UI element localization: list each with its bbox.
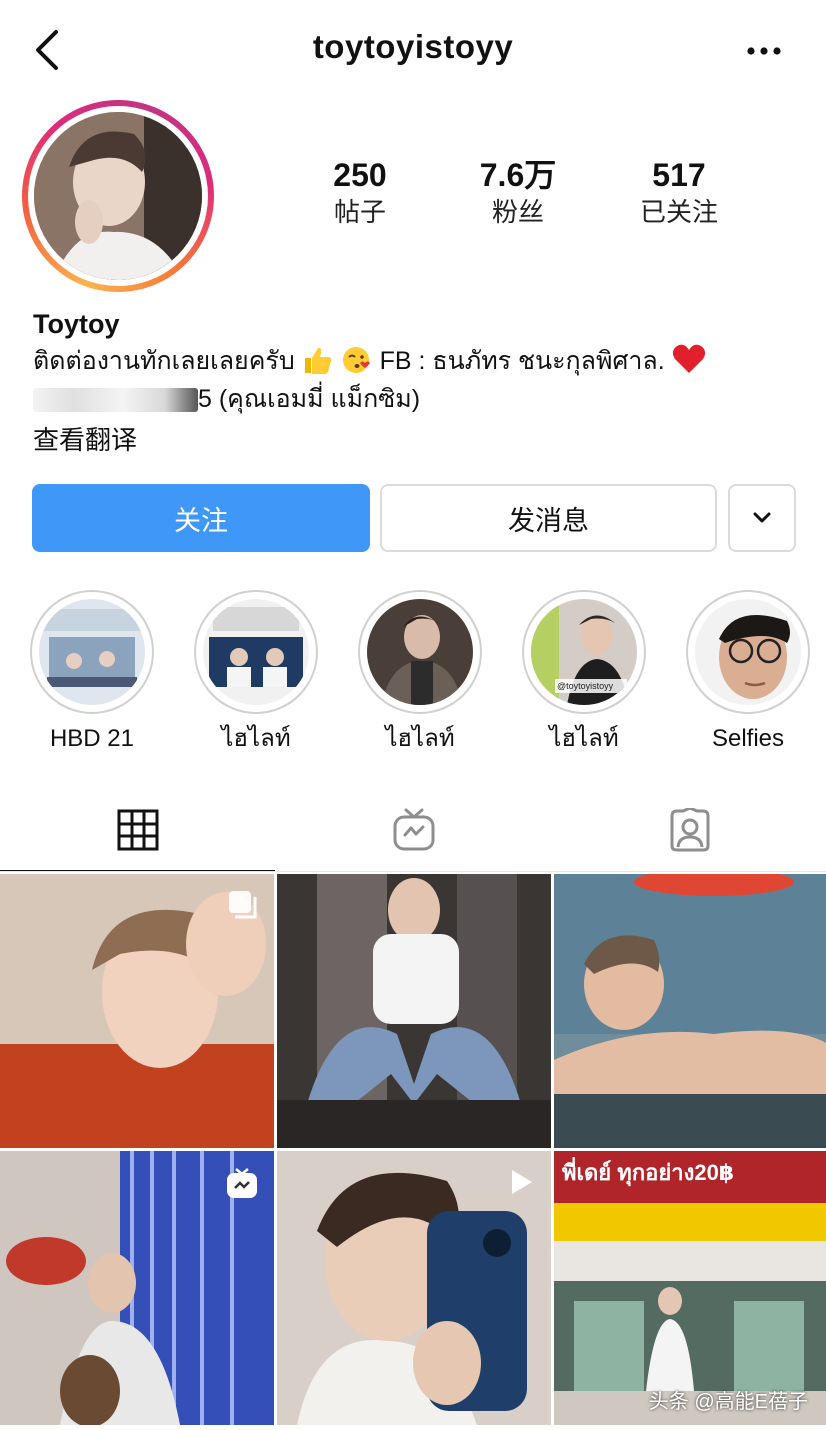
tab-igtv[interactable] (276, 790, 551, 870)
bio-line-1: ติดต่องานทักเลยเลยครับ FB : ธนภัทร ชนะกุ… (33, 342, 813, 380)
kissing-face-icon (341, 347, 380, 375)
highlight-cover (203, 599, 309, 705)
highlight-item-4[interactable]: @toytoyistoyy ไฮไลท์ (519, 590, 649, 754)
highlight-label: ไฮไลท์ (549, 725, 619, 752)
billboard-text: พี่เดย์ ทุกอย่าง20฿ (562, 1160, 735, 1185)
reel-play-icon (512, 1170, 532, 1194)
igtv-icon (393, 808, 434, 851)
red-heart-icon (672, 344, 706, 375)
watermark: 头条 @高能E蓓子 (648, 1391, 808, 1413)
bio-line-2: 5 (คุณเอมมี่ แม็กซิม) (33, 380, 813, 418)
highlight-selfies[interactable]: Selfies (683, 590, 813, 754)
highlight-cover (695, 599, 801, 705)
igtv-badge-icon (227, 1168, 257, 1198)
highlight-item-2[interactable]: ไฮไลท์ (191, 590, 321, 754)
highlight-hbd-21[interactable]: HBD 21 (27, 590, 157, 754)
highlight-label: ไฮไลท์ (385, 725, 455, 752)
bio-fb-text: FB : ธนภัทร ชนะกุลพิศาล. (379, 347, 665, 375)
post-thumbnail[interactable] (0, 874, 274, 1148)
bio-contact-text: ติดต่องานทักเลยเลยครับ (33, 347, 295, 375)
stat-label: 帖子 (333, 197, 386, 227)
highlight-overlay-text: @toytoyistoyy (557, 681, 614, 691)
stat-value: 7.6万 (479, 157, 557, 193)
post-thumbnail[interactable] (277, 1151, 551, 1425)
follow-button[interactable]: 关注 (32, 484, 370, 552)
bio-contact-name: 5 (คุณเอมมี่ แม็กซิม) (198, 385, 421, 413)
tab-tagged[interactable] (552, 790, 826, 870)
grid-icon (117, 809, 158, 851)
stat-label: 粉丝 (491, 197, 544, 227)
story-ring[interactable] (22, 100, 214, 292)
stat-label: 已关注 (639, 197, 718, 227)
suggested-accounts-button[interactable] (728, 484, 796, 552)
tagged-icon (670, 808, 709, 852)
highlight-label: HBD 21 (49, 725, 135, 752)
profile-username: toytoyistoyy (312, 28, 514, 65)
stat-value: 250 (333, 157, 387, 193)
profile-bio: Toytoy ติดต่องานทักเลยเลยครับ FB : ธนภัท… (33, 306, 813, 460)
chevron-down-icon (753, 512, 771, 523)
more-horizontal-icon (747, 47, 781, 55)
posts-grid: พี่เดย์ ทุกอย่าง20฿ (0, 874, 826, 1430)
top-bar: toytoyistoyy (0, 0, 826, 100)
highlight-label: Selfies (711, 725, 785, 752)
stat-value: 517 (652, 157, 706, 193)
following-count[interactable]: 517 已关注 (604, 155, 754, 229)
display-name: Toytoy (33, 309, 120, 339)
highlight-cover (39, 599, 145, 705)
post-thumbnail[interactable] (0, 1151, 274, 1425)
redacted-phone (33, 388, 198, 413)
followers-count[interactable]: 7.6万 粉丝 (443, 155, 593, 229)
avatar (34, 112, 202, 280)
carousel-icon (229, 891, 257, 919)
tabs-divider (0, 871, 826, 872)
post-thumbnail[interactable] (277, 874, 551, 1148)
more-options-button[interactable] (746, 36, 782, 66)
highlight-cover: @toytoyistoyy (531, 599, 637, 705)
post-thumbnail[interactable]: พี่เดย์ ทุกอย่าง20฿ (554, 1151, 826, 1425)
message-button[interactable]: 发消息 (380, 484, 717, 552)
see-translation-link[interactable]: 查看翻译 (33, 420, 813, 460)
posts-count[interactable]: 250 帖子 (285, 155, 435, 229)
highlight-label: ไฮไลท์ (221, 725, 291, 752)
highlight-item-3[interactable]: ไฮไลท์ (355, 590, 485, 754)
highlight-cover (367, 599, 473, 705)
post-thumbnail[interactable] (554, 874, 826, 1148)
profile-tabs (0, 790, 826, 872)
thumbs-up-icon (302, 347, 341, 375)
tab-posts-grid[interactable] (0, 790, 275, 870)
